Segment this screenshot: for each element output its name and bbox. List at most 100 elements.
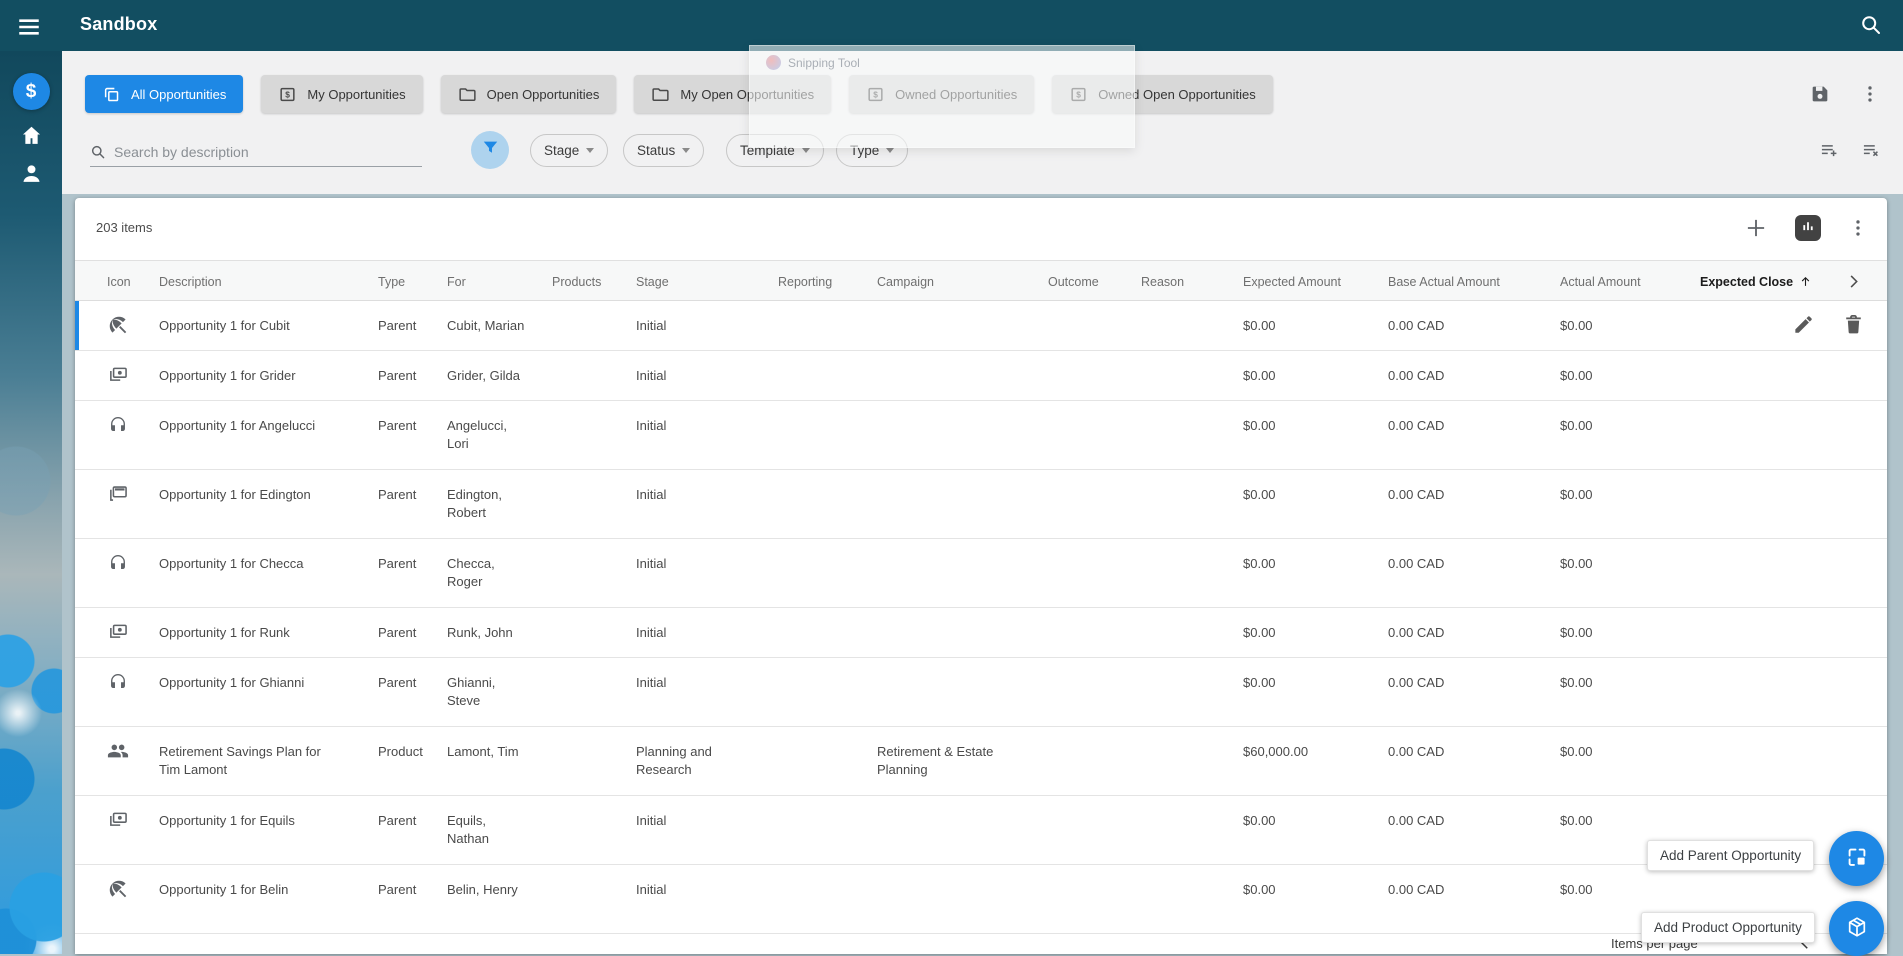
cell-reporting [778,658,877,726]
template-dropdown[interactable]: Template [726,134,824,167]
column-header-products[interactable]: Products [552,261,636,300]
toolbar-kebab-icon[interactable] [1859,83,1881,105]
cell-campaign: Retirement & Estate Planning [877,727,1048,795]
tab-owned-open-opportunities[interactable]: $ Owned Open Opportunities [1052,75,1273,113]
table-row[interactable]: Opportunity 1 for Belin Parent Belin, Henr… [75,865,1887,934]
table-row[interactable]: Opportunity 1 for Grider Parent Grider, Gi… [75,351,1887,401]
sort-ascending-icon [1799,275,1812,288]
column-header-campaign[interactable]: Campaign [877,261,1048,300]
tab-my-open-opportunities[interactable]: My Open Opportunities [634,75,832,113]
table-row[interactable]: Opportunity 1 for Ghianni Parent Ghianni, … [75,658,1887,727]
table-row[interactable]: Opportunity 1 for Runk Parent Runk, John In… [75,608,1887,658]
nav-account[interactable] [0,161,62,191]
tab-my-opportunities[interactable]: $ My Opportunities [261,75,423,113]
add-product-opportunity-button[interactable] [1829,901,1884,956]
dollar-box-icon: $ [1069,85,1088,104]
cell-stage: Initial [636,301,778,350]
table-row[interactable]: Retirement Savings Plan for Tim Lamont Pr… [75,727,1887,796]
cell-text: Product [378,744,423,759]
column-header-type[interactable]: Type [378,261,447,300]
row-type-icon-cell [107,401,159,469]
cell-reason [1141,470,1243,538]
card-kebab-icon[interactable] [1847,217,1869,239]
column-header-expected_amount[interactable]: Expected Amount [1243,261,1388,300]
global-search-icon[interactable] [1859,13,1883,37]
cell-text: $0.00 [1243,813,1276,828]
column-header-outcome[interactable]: Outcome [1048,261,1141,300]
svg-text:$: $ [1076,89,1081,99]
add-parent-tooltip: Add Parent Opportunity [1647,840,1815,871]
cell-reporting [778,865,877,933]
cell-base_actual_amount: 0.00 CAD [1388,301,1560,350]
cell-reason [1141,351,1243,400]
column-header-description[interactable]: Description [159,261,378,300]
column-header-icon[interactable]: Icon [107,261,159,300]
tab-label: My Open Opportunities [680,86,815,102]
cell-products [552,470,636,538]
cell-stage: Initial [636,470,778,538]
cell-expected_amount: $0.00 [1243,658,1388,726]
cell-campaign [877,658,1048,726]
cell-description: Opportunity 1 for Cubit [159,301,378,350]
column-header-expected_close[interactable]: Expected Close [1700,261,1855,300]
tab-open-opportunities[interactable]: Open Opportunities [440,75,617,113]
cell-products [552,301,636,350]
tab-owned-opportunities[interactable]: $ Owned Opportunities [849,75,1035,113]
cell-text: Initial [636,625,667,640]
table-row[interactable]: Opportunity 1 for Edington Parent Edington… [75,470,1887,539]
nav-home[interactable] [0,123,62,153]
cell-reporting [778,351,877,400]
search-input[interactable] [114,143,422,160]
cell-base_actual_amount: 0.00 CAD [1388,470,1560,538]
chart-view-button[interactable] [1795,215,1821,241]
column-header-base_actual_amount[interactable]: Base Actual Amount [1388,261,1560,300]
column-header-reason[interactable]: Reason [1141,261,1243,300]
add-icon[interactable] [1743,215,1769,241]
column-header-actual_amount[interactable]: Actual Amount [1560,261,1700,300]
stage-dropdown[interactable]: Stage [530,134,609,167]
cell-campaign [877,539,1048,607]
save-view-icon[interactable] [1809,83,1831,105]
cell-products [552,727,636,795]
cell-stage: Initial [636,865,778,933]
cell-type: Parent [378,539,447,607]
cell-reporting [778,608,877,657]
cell-description: Opportunity 1 for Edington [159,470,378,538]
cell-text: Retirement & Estate Planning [877,744,994,777]
table-row[interactable]: Opportunity 1 for Cubit Parent Cubit, Mari… [75,301,1887,351]
scroll-columns-right-icon[interactable] [1844,272,1863,291]
clear-columns-icon[interactable] [1861,140,1881,160]
menu-icon[interactable] [16,14,42,36]
type-dropdown[interactable]: Type [836,134,909,167]
filter-button[interactable] [471,131,509,169]
table-row[interactable]: Opportunity 1 for Angelucci Parent Angeluc… [75,401,1887,470]
cell-actual_amount: $0.00 [1560,539,1700,607]
cell-text: $0.00 [1243,418,1276,433]
add-columns-icon[interactable] [1819,140,1839,160]
cell-campaign [877,351,1048,400]
table-row[interactable]: Opportunity 1 for Checca Parent Checca, Ro… [75,539,1887,608]
column-label: Products [552,275,602,289]
column-header-for[interactable]: For [447,261,552,300]
payments-icon [107,624,129,646]
nav-opportunities[interactable]: $ [0,73,62,110]
tab-all-opportunities[interactable]: All Opportunities [85,75,244,113]
add-parent-opportunity-button[interactable] [1829,831,1884,886]
cube-icon [1845,915,1869,942]
edit-row-icon[interactable] [1792,313,1815,336]
cell-base_actual_amount: 0.00 CAD [1388,608,1560,657]
column-header-stage[interactable]: Stage [636,261,778,300]
row-type-icon-cell [107,865,159,933]
cell-text: Initial [636,556,667,571]
cell-text: 0.00 CAD [1388,418,1445,433]
cell-text: $0.00 [1560,675,1593,690]
delete-row-icon[interactable] [1842,313,1865,336]
cell-expected_close [1700,608,1855,657]
status-dropdown[interactable]: Status [623,134,705,167]
cell-text: $0.00 [1560,625,1593,640]
cell-text: Lamont, Tim [447,744,519,759]
column-label: Description [159,275,222,289]
row-type-icon-cell [107,351,159,400]
column-header-reporting[interactable]: Reporting [778,261,877,300]
table-row[interactable]: Opportunity 1 for Equils Parent Equils, Na… [75,796,1887,865]
